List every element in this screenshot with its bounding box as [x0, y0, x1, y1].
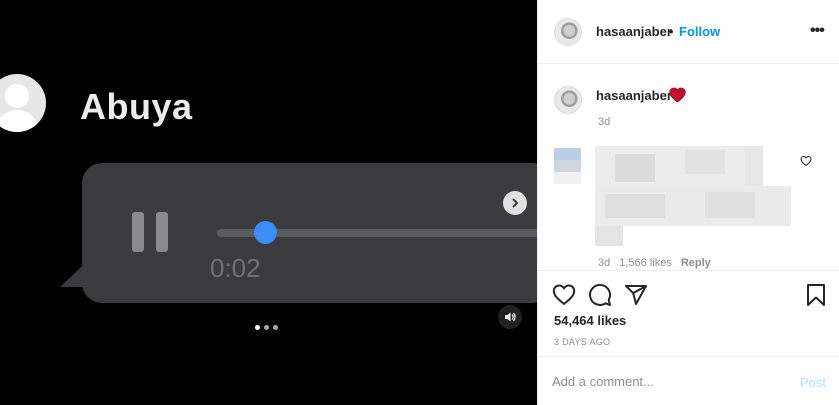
post-media[interactable]: Abuya 0:02 [0, 0, 537, 405]
commenter-avatar[interactable] [554, 148, 581, 184]
heart-icon[interactable] [552, 283, 576, 307]
comment-like-icon[interactable] [800, 155, 812, 167]
likes-count[interactable]: 54,464 likes [554, 313, 626, 328]
carousel-indicator [255, 325, 278, 330]
speaker-icon [505, 312, 516, 322]
add-comment-input[interactable] [552, 371, 782, 391]
contact-name: Abuya [80, 86, 193, 127]
post-header: hasaanjaber • Follow ••• [538, 0, 839, 64]
post-comment-button[interactable]: Post [800, 375, 826, 390]
redacted-comment-text [595, 146, 791, 246]
share-icon[interactable] [624, 283, 648, 307]
more-options-button[interactable]: ••• [810, 23, 825, 39]
chevron-right-icon [512, 198, 518, 208]
elapsed-time: 0:02 [210, 253, 261, 283]
caption-avatar[interactable] [554, 86, 582, 114]
author-username[interactable]: hasaanjaber [596, 24, 672, 39]
header-separator: • [669, 24, 674, 39]
next-slide-button[interactable] [503, 191, 527, 215]
carousel-dot [255, 325, 260, 330]
caption-username[interactable]: hasaanjaber [596, 88, 672, 103]
bookmark-icon[interactable] [804, 283, 828, 307]
audio-scrubber-knob [254, 221, 277, 244]
heart-emoji [669, 87, 686, 103]
comment-form: Post [538, 356, 839, 405]
contact-avatar [0, 74, 46, 132]
post-side-panel: hasaanjaber • Follow ••• hasaanjaber 3d … [537, 0, 839, 405]
comment-icon[interactable] [588, 283, 612, 307]
action-bar: 54,464 likes 3 DAYS AGO [538, 270, 839, 356]
caption-age: 3d [598, 116, 611, 128]
comment-age: 3d [598, 257, 611, 269]
sound-toggle-button[interactable] [498, 305, 522, 329]
author-avatar[interactable] [554, 18, 582, 46]
comment-likes[interactable]: 1,566 likes [619, 257, 672, 270]
follow-button[interactable]: Follow [679, 24, 720, 39]
carousel-dot [264, 325, 269, 330]
reply-button[interactable]: Reply [681, 257, 711, 270]
comment-meta: 3d 1,566 likes Reply [598, 257, 711, 270]
carousel-dot [273, 325, 278, 330]
pause-icon [132, 212, 170, 252]
post-date: 3 DAYS AGO [554, 337, 611, 347]
